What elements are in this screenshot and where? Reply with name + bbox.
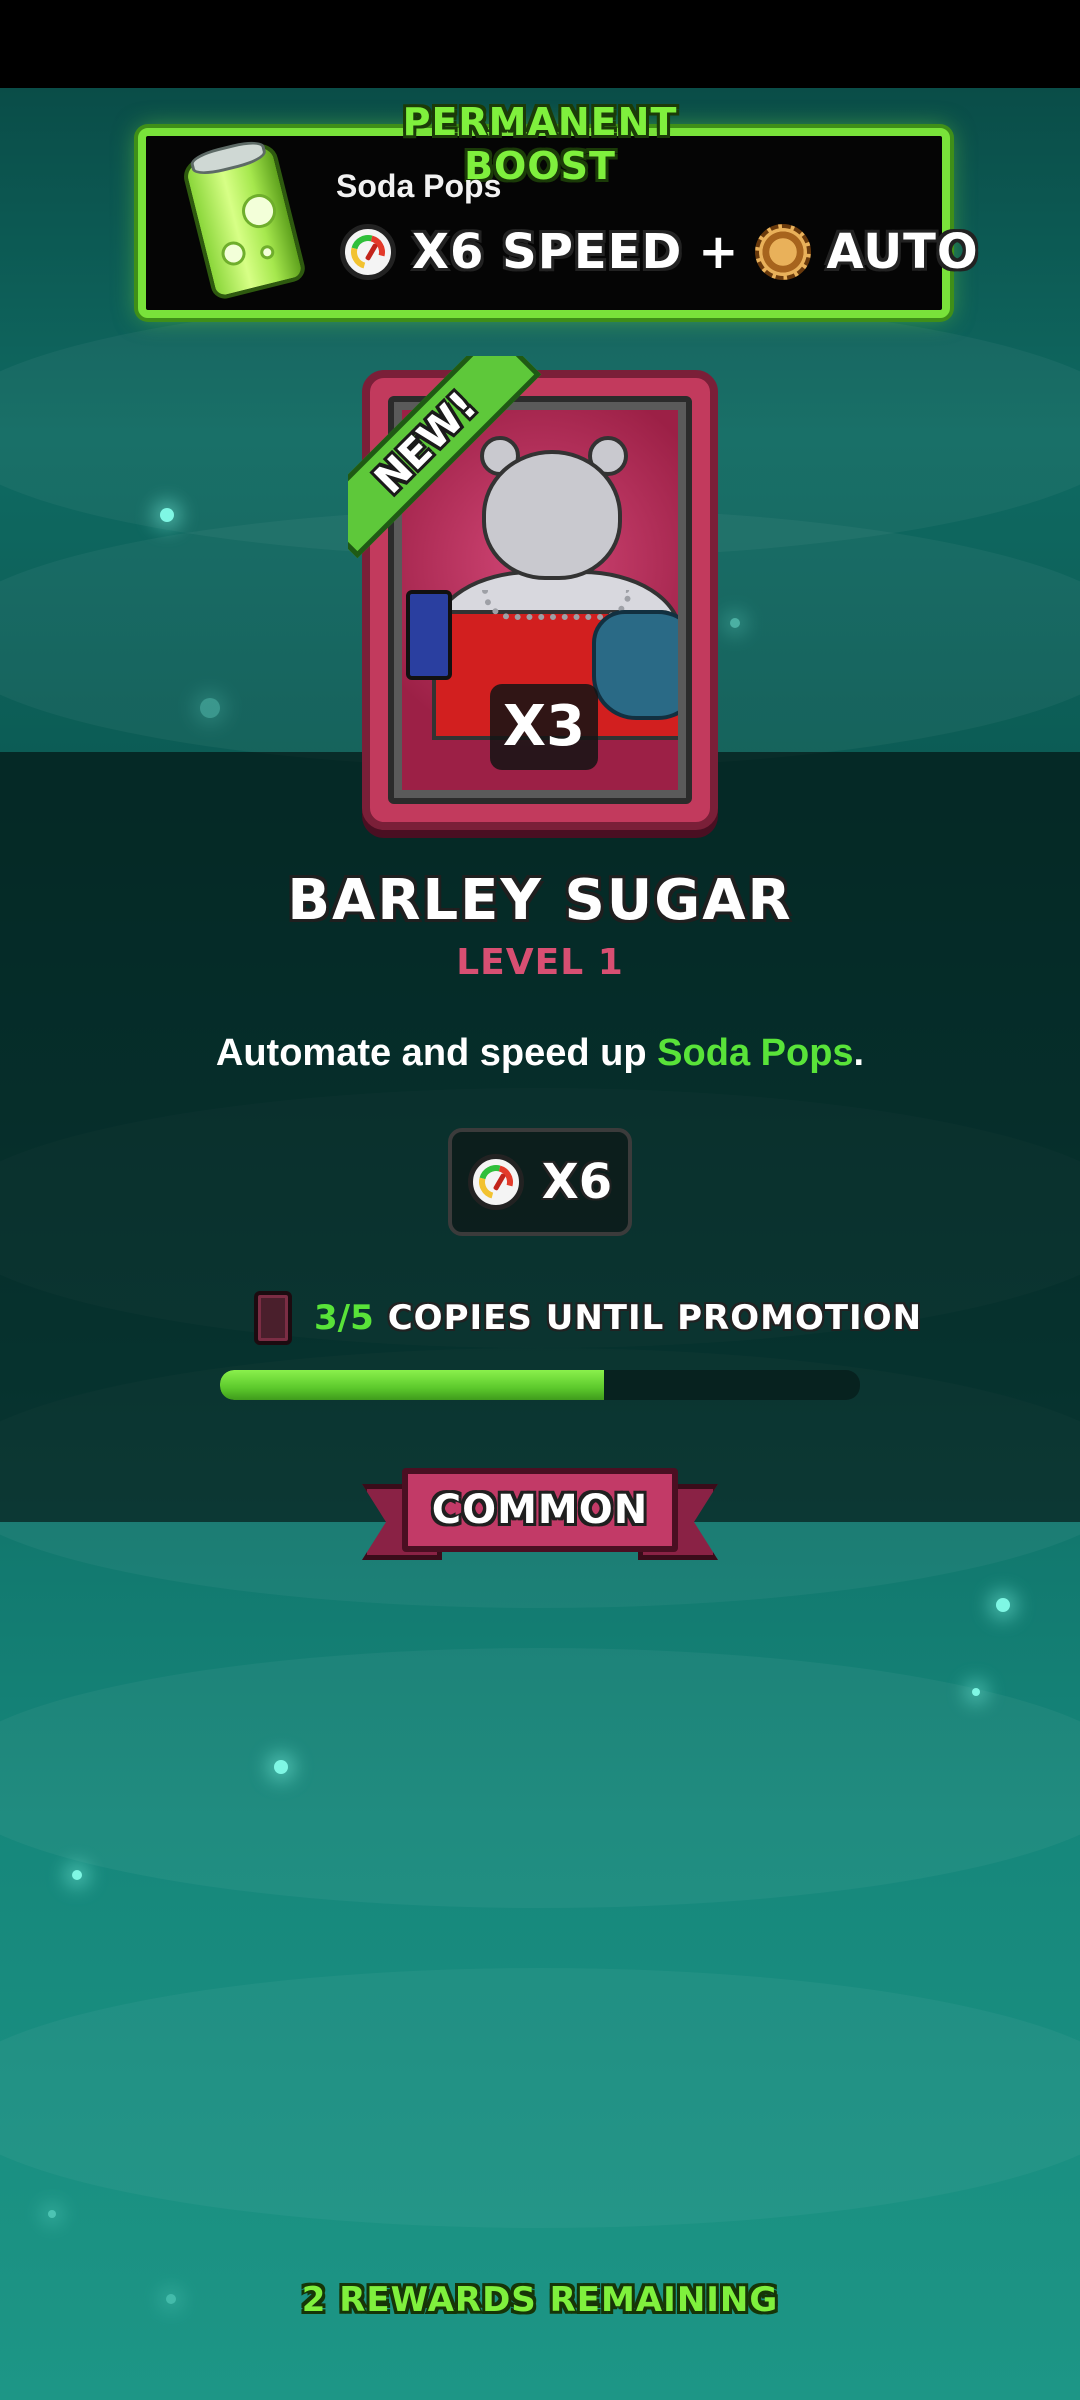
- glow-orb: [996, 1598, 1010, 1612]
- rarity-ribbon: COMMON: [362, 1462, 718, 1572]
- promotion-progress-label: 3/5 COPIES UNTIL PROMOTION: [254, 1290, 922, 1346]
- copies-count: 3/5: [314, 1298, 374, 1338]
- promotion-progress-fill: [220, 1370, 604, 1400]
- can-bubble: [219, 238, 249, 269]
- glow-orb: [274, 1760, 288, 1774]
- card-count-badge: X3: [490, 684, 598, 770]
- status-bar: [0, 0, 1080, 88]
- glow-orb: [200, 698, 220, 718]
- bear-head: [482, 450, 622, 580]
- speed-gauge-icon: [467, 1154, 524, 1210]
- can-bubble: [258, 243, 276, 261]
- gear-icon: [754, 224, 811, 280]
- speed-multiplier-box: X6: [448, 1128, 632, 1236]
- rarity-label: COMMON: [402, 1468, 678, 1552]
- description-prefix: Automate and speed up: [215, 1032, 658, 1074]
- card-level: LEVEL 1: [456, 942, 624, 983]
- glow-orb: [48, 2210, 56, 2218]
- boost-plus: +: [698, 224, 739, 280]
- soda-cup: [406, 590, 452, 680]
- speed-gauge-icon: [340, 224, 396, 280]
- boost-speed-text: X6 SPEED: [412, 224, 683, 280]
- rewards-remaining: 2 REWARDS REMAINING: [301, 2280, 779, 2320]
- background-wave: [0, 1968, 1080, 2228]
- can-bubble: [238, 190, 280, 232]
- boost-auto-text: AUTO: [826, 224, 979, 280]
- card-description: Automate and speed up Soda Pops.: [0, 1032, 1080, 1075]
- boost-effect: X6 SPEED + AUTO: [340, 222, 995, 282]
- glow-orb: [160, 508, 174, 522]
- blue-glove: [592, 610, 678, 720]
- glow-orb: [72, 1870, 82, 1880]
- glow-orb: [730, 618, 740, 628]
- reward-card[interactable]: X3: [362, 370, 718, 830]
- boost-item-name: Soda Pops: [336, 168, 502, 204]
- card-copy-icon: [254, 1291, 292, 1345]
- promotion-progress-bar: [220, 1370, 860, 1400]
- description-suffix: .: [853, 1032, 865, 1074]
- card-name: BARLEY SUGAR: [287, 868, 793, 933]
- glow-orb: [972, 1688, 980, 1696]
- copies-label: COPIES UNTIL PROMOTION: [387, 1298, 923, 1338]
- background-wave: [0, 1648, 1080, 1908]
- boost-title: PERMANENT BOOST: [402, 100, 678, 188]
- speed-multiplier-label: X6: [541, 1154, 613, 1210]
- description-highlight: Soda Pops: [657, 1032, 854, 1074]
